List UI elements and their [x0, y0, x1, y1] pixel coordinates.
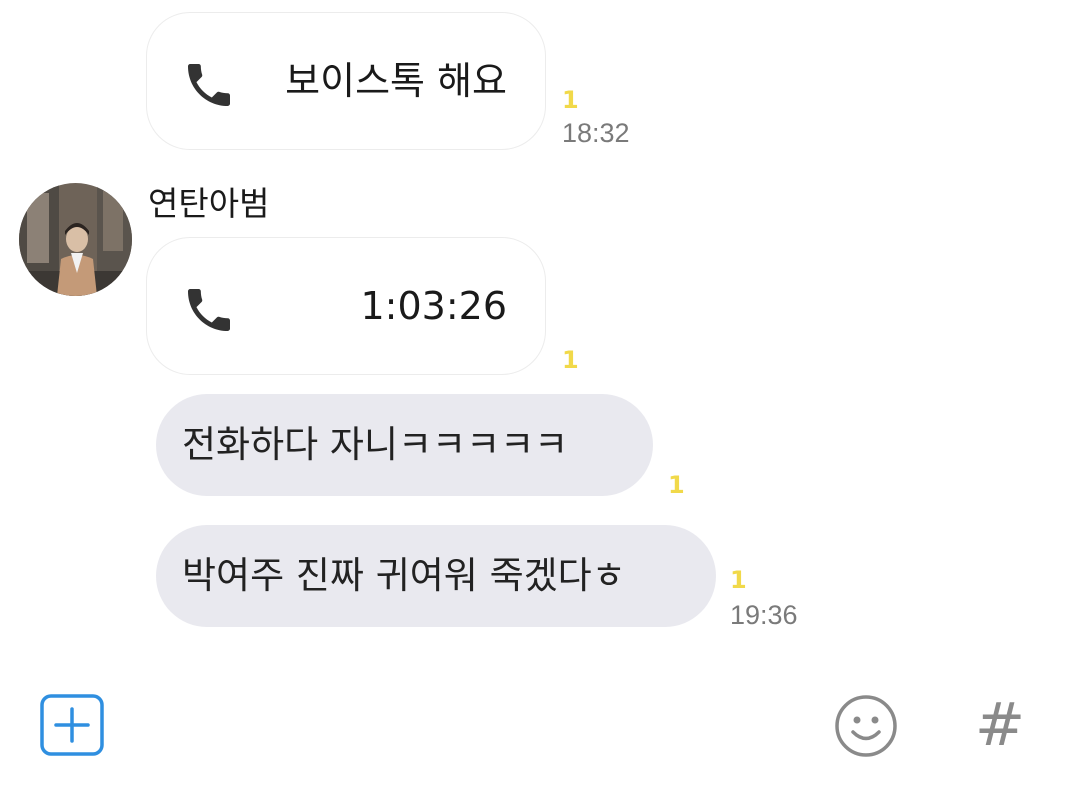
- phone-icon: [188, 289, 230, 331]
- phone-icon: [188, 64, 230, 106]
- voice-call-bubble[interactable]: 보이스톡 해요: [146, 12, 546, 150]
- unread-count: 1: [668, 471, 685, 499]
- smiley-icon[interactable]: [834, 694, 898, 758]
- unread-count: 1: [730, 566, 747, 594]
- call-duration: 1:03:26: [360, 284, 508, 328]
- message-time: 18:32: [562, 118, 630, 148]
- sender-name: 연탄아범: [148, 184, 270, 223]
- chat-room: 보이스톡 해요 1 18:32 연탄아범 1:03:26 1 전화하다 자니ㅋㅋ…: [0, 0, 1080, 797]
- avatar[interactable]: [19, 183, 132, 296]
- unread-count: 1: [562, 346, 579, 374]
- message-bubble[interactable]: 전화하다 자니ㅋㅋㅋㅋㅋ: [156, 394, 653, 496]
- message-time: 19:36: [730, 600, 798, 630]
- profile-photo: [19, 183, 132, 296]
- call-label: 보이스톡 해요: [285, 59, 507, 103]
- call-duration-bubble[interactable]: 1:03:26: [146, 237, 546, 375]
- hashtag-search-button[interactable]: #: [970, 692, 1030, 758]
- unread-count: 1: [562, 86, 579, 114]
- message-bubble[interactable]: 박여주 진짜 귀여워 죽겠다ㅎ: [156, 525, 716, 627]
- plus-square-icon[interactable]: [40, 694, 104, 756]
